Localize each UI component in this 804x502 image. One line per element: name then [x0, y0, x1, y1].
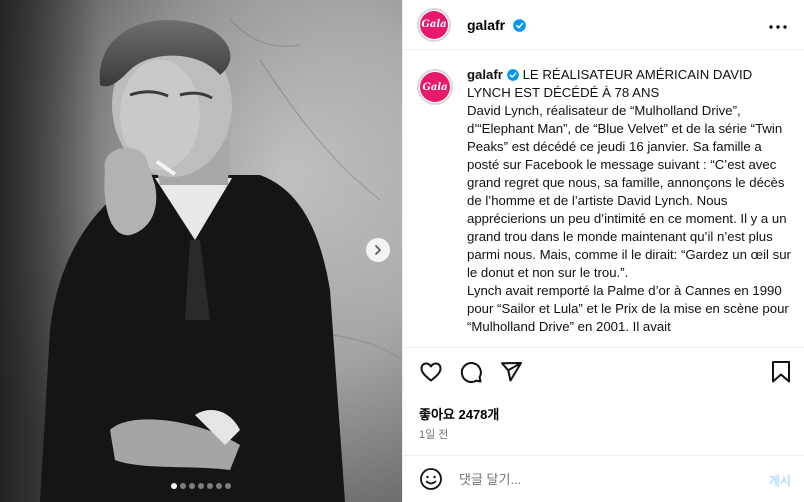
instagram-post: Gala galafr Gala galafr LE RÉALISATEUR A… — [0, 0, 804, 502]
share-button[interactable] — [499, 360, 523, 389]
comment-icon — [460, 362, 482, 383]
verified-badge-icon — [507, 69, 519, 81]
caption-text: galafr LE RÉALISATEUR AMÉRICAIN DAVID LY… — [467, 66, 791, 336]
carousel-dot — [198, 483, 204, 489]
carousel-dot — [180, 483, 186, 489]
heart-icon — [420, 362, 442, 382]
carousel-dots — [0, 483, 402, 489]
avatar[interactable]: Gala — [417, 7, 451, 42]
caption-area[interactable]: Gala galafr LE RÉALISATEUR AMÉRICAIN DAV… — [403, 58, 804, 348]
post-media[interactable] — [0, 0, 402, 502]
username[interactable]: galafr — [467, 17, 526, 33]
share-icon — [501, 362, 522, 382]
caption-body: David Lynch, réalisateur de “Mulholland … — [467, 103, 795, 280]
bookmark-icon — [772, 361, 790, 383]
caption-username[interactable]: galafr — [467, 67, 503, 82]
save-button[interactable] — [771, 360, 791, 389]
more-options-button[interactable] — [769, 17, 787, 35]
comment-bar: 게시 — [403, 455, 804, 502]
emoji-icon — [420, 468, 442, 490]
carousel-dot — [216, 483, 222, 489]
username-text[interactable]: galafr — [467, 17, 505, 33]
comment-input[interactable] — [459, 471, 739, 487]
like-button[interactable] — [419, 360, 443, 389]
post-comment-button[interactable]: 게시 — [769, 472, 791, 489]
caption-avatar[interactable]: Gala — [417, 69, 453, 105]
post-panel: Gala galafr Gala galafr LE RÉALISATEUR A… — [402, 0, 804, 502]
caption-row: Gala galafr LE RÉALISATEUR AMÉRICAIN DAV… — [417, 66, 791, 336]
carousel-dot — [207, 483, 213, 489]
verified-badge-icon — [513, 18, 526, 32]
caption-body-2: Lynch avait remporté la Palme d’or à Can… — [467, 283, 793, 334]
comment-button[interactable] — [459, 360, 483, 389]
more-horizontal-icon — [769, 25, 787, 29]
emoji-button[interactable] — [419, 467, 443, 491]
next-image-button[interactable] — [366, 238, 390, 262]
gala-logo: Gala — [420, 72, 450, 102]
chevron-right-icon — [375, 245, 381, 255]
carousel-dot — [225, 483, 231, 489]
post-header: Gala galafr — [403, 0, 804, 50]
action-bar — [403, 360, 804, 390]
carousel-dot — [171, 483, 177, 489]
carousel-dot — [189, 483, 195, 489]
gala-logo: Gala — [420, 10, 448, 39]
likes-count[interactable]: 좋아요 2478개 — [419, 404, 499, 423]
portrait-photo — [0, 0, 402, 502]
post-time[interactable]: 1일 전 — [419, 426, 448, 442]
